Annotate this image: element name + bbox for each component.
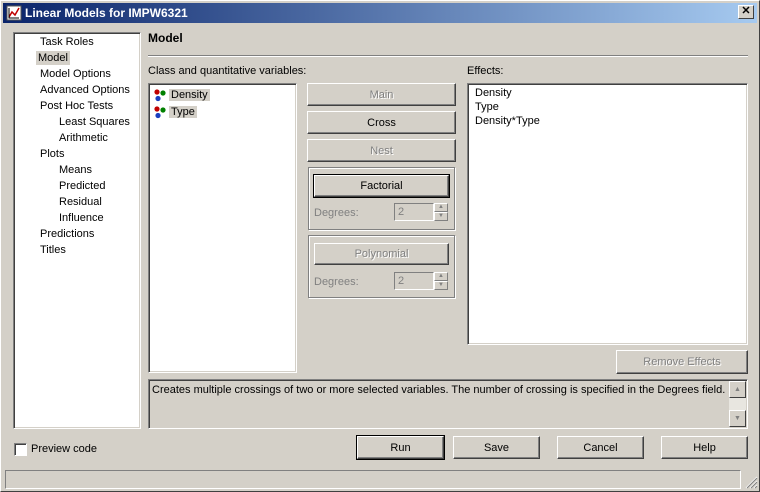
variable-name: Density <box>169 89 210 101</box>
effects-label: Effects: <box>467 65 504 77</box>
navigation-pane: Task Roles Model Model Options Advanced … <box>13 32 141 429</box>
classification-variable-icon <box>154 106 166 119</box>
nav-item-model[interactable]: Model <box>36 51 70 65</box>
nav-item-predictions[interactable]: Predictions <box>38 227 96 241</box>
nav-item-predicted[interactable]: Predicted <box>57 179 107 193</box>
resize-grip-icon[interactable] <box>742 473 758 489</box>
nav-item-means[interactable]: Means <box>57 163 94 177</box>
polynomial-degrees-label: Degrees: <box>314 276 359 288</box>
variables-listbox[interactable]: Density Type <box>148 83 297 373</box>
nav-item-plots[interactable]: Plots <box>38 147 66 161</box>
nest-button[interactable]: Nest <box>307 139 456 162</box>
cancel-button[interactable]: Cancel <box>557 436 644 459</box>
variable-name: Type <box>169 106 197 118</box>
nav-item-influence[interactable]: Influence <box>57 211 106 225</box>
spin-up-icon[interactable]: ▲ <box>434 203 448 212</box>
variables-label: Class and quantitative variables: <box>148 65 307 77</box>
factorial-degrees-label: Degrees: <box>314 207 359 219</box>
title-bar: Linear Models for IMPW6321 ✕ <box>3 3 757 23</box>
effects-listbox[interactable]: Density Type Density*Type <box>467 83 748 345</box>
polynomial-button[interactable]: Polynomial <box>314 243 449 265</box>
status-bar <box>5 470 741 489</box>
nav-item-residual[interactable]: Residual <box>57 195 104 209</box>
window-title: Linear Models for IMPW6321 <box>25 6 188 20</box>
spin-up-icon[interactable]: ▲ <box>434 272 448 281</box>
polynomial-degrees-value[interactable]: 2 <box>394 272 434 290</box>
factorial-degrees-value[interactable]: 2 <box>394 203 434 221</box>
description-scrollbar[interactable]: ▲ ▼ <box>729 381 746 427</box>
close-button[interactable]: ✕ <box>738 5 754 19</box>
save-button[interactable]: Save <box>453 436 540 459</box>
nav-item-advanced-options[interactable]: Advanced Options <box>38 83 132 97</box>
preview-code-label: Preview code <box>31 443 98 455</box>
main-button[interactable]: Main <box>307 83 456 106</box>
spin-down-icon[interactable]: ▼ <box>434 212 448 221</box>
classification-variable-icon <box>154 89 166 102</box>
help-button[interactable]: Help <box>661 436 748 459</box>
nav-item-arithmetic[interactable]: Arithmetic <box>57 131 110 145</box>
effect-item[interactable]: Density <box>475 87 512 99</box>
spin-down-icon[interactable]: ▼ <box>434 281 448 290</box>
factorial-button[interactable]: Factorial <box>313 174 450 198</box>
cross-button[interactable]: Cross <box>307 111 456 134</box>
variable-item-density[interactable]: Density <box>153 87 210 103</box>
preview-code-checkbox[interactable] <box>14 443 27 456</box>
nav-item-titles[interactable]: Titles <box>38 243 68 257</box>
scroll-down-icon[interactable]: ▼ <box>729 410 746 427</box>
remove-effects-button[interactable]: Remove Effects <box>616 350 748 374</box>
description-text: Creates multiple crossings of two or mor… <box>152 384 726 396</box>
nav-item-post-hoc-tests[interactable]: Post Hoc Tests <box>38 99 115 113</box>
effect-item[interactable]: Density*Type <box>475 115 540 127</box>
linear-models-dialog: Linear Models for IMPW6321 ✕ Task Roles … <box>0 0 760 492</box>
app-icon <box>6 5 22 21</box>
nav-item-task-roles[interactable]: Task Roles <box>38 35 96 49</box>
run-button[interactable]: Run <box>356 435 445 460</box>
page-title: Model <box>148 31 183 45</box>
scroll-up-icon[interactable]: ▲ <box>729 381 746 398</box>
nav-item-least-squares[interactable]: Least Squares <box>57 115 132 129</box>
heading-divider <box>148 55 748 57</box>
variable-item-type[interactable]: Type <box>153 104 197 120</box>
effect-item[interactable]: Type <box>475 101 499 113</box>
nav-item-model-options[interactable]: Model Options <box>38 67 113 81</box>
description-box: Creates multiple crossings of two or mor… <box>148 379 748 429</box>
